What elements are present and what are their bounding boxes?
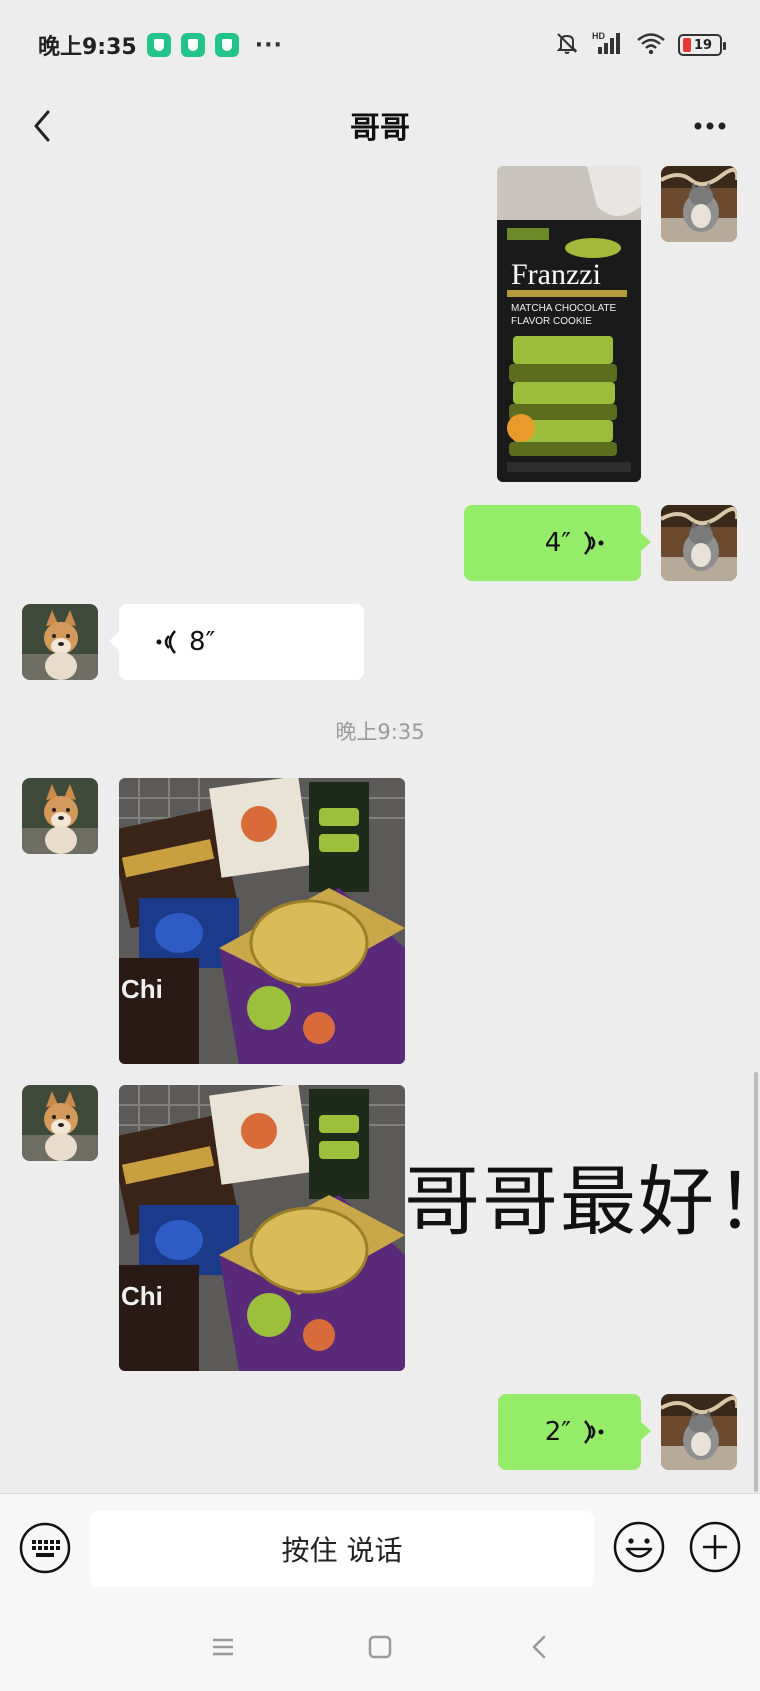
svg-text:MATCHA CHOCOLATE: MATCHA CHOCOLATE xyxy=(511,303,617,314)
contact-avatar[interactable] xyxy=(22,1085,98,1161)
hd-signal-icon: HD xyxy=(592,30,624,60)
contact-avatar[interactable] xyxy=(22,604,98,680)
svg-text:Franzzi: Franzzi xyxy=(511,258,601,291)
svg-text:Chi: Chi xyxy=(121,1281,163,1311)
hold-to-talk-button[interactable]: 按住 说话 xyxy=(90,1511,594,1587)
scrollbar[interactable] xyxy=(754,1072,758,1492)
status-bar-right: HD 19 xyxy=(554,30,726,60)
sent-image-message[interactable]: Franzzi MATCHA CHOCOLATE FLAVOR COOKIE xyxy=(497,166,641,482)
chevron-left-icon xyxy=(34,110,50,142)
home-button[interactable] xyxy=(364,1631,396,1663)
recent-apps-button[interactable] xyxy=(207,1631,239,1663)
message-timestamp: 晚上9:35 xyxy=(335,720,425,744)
status-bar: 晚上9:35 ··· HD 19 xyxy=(0,0,760,90)
dog-avatar-image xyxy=(22,1085,98,1161)
received-image-message[interactable]: Chi xyxy=(119,778,405,1064)
voice-duration: 4″ xyxy=(544,528,571,558)
keyboard-toggle-button[interactable] xyxy=(18,1521,72,1575)
status-time: 晚上9:35 xyxy=(38,35,137,60)
more-icon xyxy=(694,122,726,130)
chat-header: 哥哥 xyxy=(0,90,760,160)
received-image-message[interactable]: Chi xyxy=(119,1085,405,1371)
back-button[interactable] xyxy=(24,106,64,146)
system-back-button[interactable] xyxy=(524,1631,556,1663)
cat-avatar-image xyxy=(661,166,737,242)
cat-avatar-image xyxy=(661,505,737,581)
received-voice-message[interactable]: 8″ xyxy=(109,604,364,680)
my-avatar[interactable] xyxy=(661,1394,737,1470)
wifi-icon xyxy=(636,31,666,59)
my-avatar[interactable] xyxy=(661,505,737,581)
voice-duration: 2″ xyxy=(544,1417,571,1447)
photo-matcha-cookie-box: Franzzi MATCHA CHOCOLATE FLAVOR COOKIE xyxy=(497,166,641,482)
menu-icon xyxy=(213,1638,233,1656)
cat-avatar-image xyxy=(661,1394,737,1470)
input-bar: 按住 说话 xyxy=(0,1493,760,1601)
svg-text:Chi: Chi xyxy=(121,974,163,1004)
photo-shopping-cart: Chi xyxy=(119,1085,405,1371)
keyboard-icon xyxy=(19,1522,71,1574)
chat-title: 哥哥 xyxy=(350,111,410,146)
battery-level: 19 xyxy=(694,37,713,53)
voice-wave-icon xyxy=(584,531,604,555)
battery-icon: 19 xyxy=(678,34,726,56)
shield-icon xyxy=(180,33,205,57)
contact-avatar[interactable] xyxy=(22,778,98,854)
home-icon xyxy=(368,1635,392,1659)
voice-wave-icon xyxy=(584,1420,604,1444)
svg-text:HD: HD xyxy=(592,31,605,41)
back-icon xyxy=(532,1635,546,1659)
shield-icon xyxy=(146,33,171,57)
muted-bell-icon xyxy=(554,30,580,60)
voice-wave-icon xyxy=(156,630,176,654)
status-bar-left: 晚上9:35 ··· xyxy=(38,29,283,61)
emoji-icon xyxy=(613,1521,665,1573)
more-functions-button[interactable] xyxy=(688,1520,742,1574)
dog-avatar-image xyxy=(22,778,98,854)
svg-text:FLAVOR COOKIE: FLAVOR COOKIE xyxy=(511,316,592,327)
voice-duration: 8″ xyxy=(189,627,216,657)
plus-icon xyxy=(689,1521,741,1573)
more-notifications-icon: ··· xyxy=(254,32,283,58)
system-navigation-bar xyxy=(0,1601,760,1691)
more-button[interactable] xyxy=(686,108,734,144)
emoji-button[interactable] xyxy=(612,1520,666,1574)
sent-voice-message[interactable]: 4″ xyxy=(464,505,651,581)
sticker-caption: 哥哥最好！ xyxy=(404,1157,760,1246)
my-avatar[interactable] xyxy=(661,166,737,242)
dog-avatar-image xyxy=(22,604,98,680)
sent-voice-message[interactable]: 2″ xyxy=(498,1394,651,1470)
photo-shopping-cart: Chi xyxy=(119,778,405,1064)
shield-icon xyxy=(214,33,239,57)
